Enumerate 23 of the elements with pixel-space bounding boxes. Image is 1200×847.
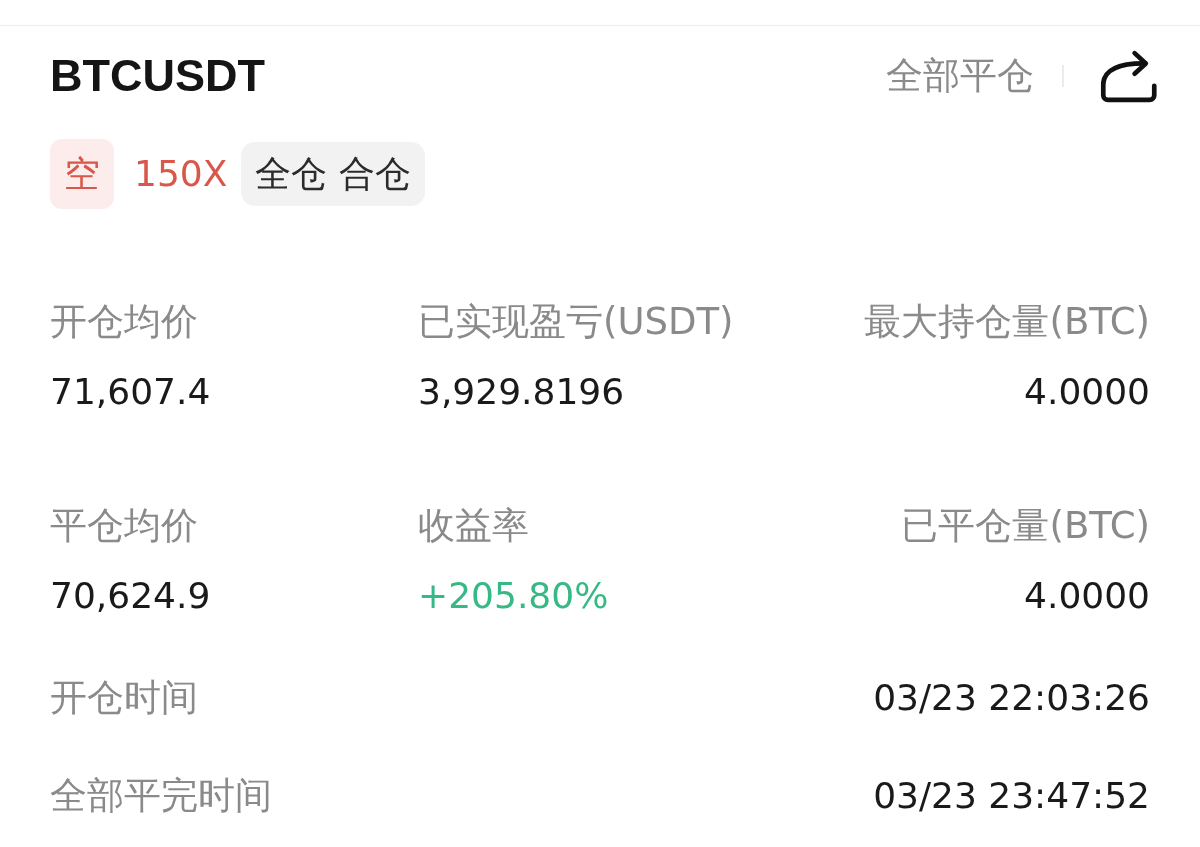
time-label: 全部平完时间 [50, 773, 272, 819]
stat-value: 70,624.9 [50, 574, 211, 618]
close-all-button[interactable]: 全部平仓 [886, 52, 1034, 100]
stat-label: 开仓均价 [50, 299, 198, 345]
stat-value: +205.80% [418, 574, 609, 618]
time-label: 开仓时间 [50, 675, 198, 721]
stat-label: 收益率 [418, 503, 529, 549]
time-value: 03/23 23:47:52 [873, 774, 1150, 818]
stat-value: 4.0000 [1024, 370, 1150, 414]
leverage-label: 150X [134, 152, 228, 196]
stat-value: 3,929.8196 [418, 370, 625, 414]
stat-label: 平仓均价 [50, 503, 198, 549]
share-icon [1100, 48, 1158, 104]
stat-label: 已实现盈亏(USDT) [418, 299, 734, 345]
time-value: 03/23 22:03:26 [873, 676, 1150, 720]
stat-label: 最大持仓量(BTC) [864, 299, 1150, 345]
margin-mode-tag: 全仓 合仓 [241, 142, 425, 206]
symbol-title: BTCUSDT [50, 50, 265, 102]
share-button[interactable] [1100, 48, 1158, 104]
stat-label: 已平仓量(BTC) [901, 503, 1150, 549]
side-tag: 空 [50, 139, 114, 209]
stat-value: 71,607.4 [50, 370, 211, 414]
stat-value: 4.0000 [1024, 574, 1150, 618]
